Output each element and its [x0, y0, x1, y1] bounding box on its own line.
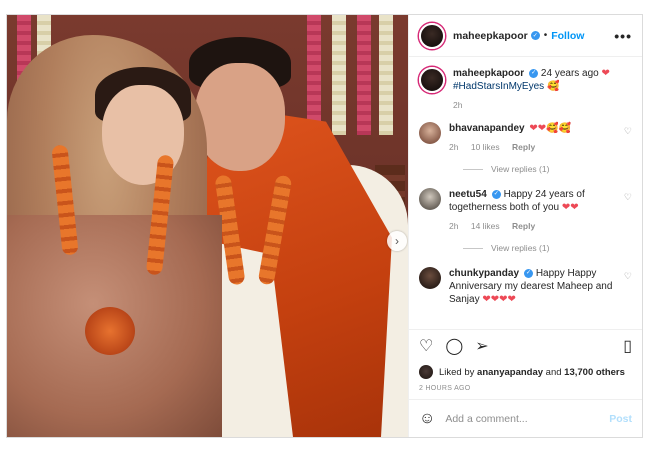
- comment-likes[interactable]: 14 likes: [471, 221, 500, 231]
- comment-age: 2h: [449, 142, 459, 152]
- comment-username[interactable]: neetu54: [449, 189, 487, 200]
- decor-garland: [379, 15, 393, 135]
- decor-garland: [332, 15, 346, 135]
- caption-age: 2h: [453, 100, 463, 110]
- like-comment-heart-icon[interactable]: ♡: [624, 126, 632, 137]
- commenter-avatar[interactable]: [419, 267, 441, 289]
- caption-hashtag[interactable]: #HadStarsInMyEyes: [453, 81, 544, 92]
- caption: maheepkapoor ✓ 24 years ago ❤ #HadStarsIn…: [419, 67, 632, 112]
- decor-garland: [357, 15, 371, 135]
- chevron-right-icon: ›: [395, 234, 399, 248]
- author-username[interactable]: maheepkapoor: [453, 30, 528, 42]
- comment-item: chunkypanday ✓ Happy Happy Anniversary my…: [419, 267, 632, 306]
- comment-body: bhavanapandey ❤❤🥰🥰 2h 10 likes Reply: [449, 122, 619, 154]
- reply-button[interactable]: Reply: [512, 221, 535, 231]
- save-bookmark-icon[interactable]: ▯: [623, 338, 632, 355]
- post-timestamp[interactable]: 2 HOURS AGO: [409, 381, 642, 399]
- like-comment-heart-icon[interactable]: ♡: [624, 271, 632, 282]
- commenter-avatar[interactable]: [419, 122, 441, 144]
- view-replies-button[interactable]: View replies (1): [463, 243, 632, 253]
- more-horizontal-icon[interactable]: •••: [614, 28, 632, 44]
- comment-emojis: ❤❤❤❤: [482, 294, 516, 305]
- divider-line: [463, 247, 483, 249]
- comment-emojis: ❤❤: [561, 202, 579, 213]
- add-comment-bar: ☺ Post: [409, 399, 642, 437]
- verified-badge-icon: ✓: [491, 189, 501, 199]
- post-side-panel: maheepkapoor ✓ • Follow ••• maheepkapoor…: [408, 15, 642, 437]
- reply-button[interactable]: Reply: [512, 142, 535, 152]
- commenter-avatar[interactable]: [419, 188, 441, 210]
- liker-avatar[interactable]: [419, 365, 433, 379]
- comment-likes[interactable]: 10 likes: [471, 142, 500, 152]
- post-actions-bar: ♡ ◯ ➢ ▯: [409, 329, 642, 363]
- caption-text: 24 years ago: [540, 68, 599, 79]
- verified-badge-icon: ✓: [529, 68, 539, 78]
- caption-avatar[interactable]: [419, 67, 445, 93]
- emoji-smile-icon[interactable]: ☺: [419, 410, 435, 428]
- comment-body: neetu54 ✓ Happy 24 years of togetherness …: [449, 188, 619, 233]
- likes-count[interactable]: 13,700 others: [564, 367, 625, 378]
- comments-list[interactable]: maheepkapoor ✓ 24 years ago ❤ #HadStarsIn…: [409, 57, 642, 329]
- likes-summary: Liked by ananyapanday and 13,700 others: [409, 363, 642, 381]
- next-photo-button[interactable]: ›: [387, 231, 407, 251]
- follow-button[interactable]: Follow: [551, 30, 584, 42]
- verified-badge-icon: ✓: [524, 268, 534, 278]
- post-card: › maheepkapoor ✓ • Follow ••• maheepkapo…: [6, 14, 643, 438]
- post-header: maheepkapoor ✓ • Follow •••: [409, 15, 642, 57]
- comment-username[interactable]: chunkypanday: [449, 268, 519, 279]
- comment-age: 2h: [449, 221, 459, 231]
- comment-emojis: ❤❤🥰🥰: [529, 123, 572, 134]
- view-replies-label: View replies (1): [491, 243, 550, 253]
- red-heart-emoji: ❤: [601, 68, 610, 79]
- decor-garland: [307, 15, 321, 135]
- verified-badge-icon: ✓: [530, 31, 540, 40]
- like-comment-heart-icon[interactable]: ♡: [624, 192, 632, 203]
- post-photo[interactable]: ›: [7, 15, 408, 437]
- comment-item: neetu54 ✓ Happy 24 years of togetherness …: [419, 188, 632, 233]
- caption-body: maheepkapoor ✓ 24 years ago ❤ #HadStarsIn…: [453, 67, 623, 112]
- comment-input[interactable]: [445, 412, 610, 425]
- comment-bubble-icon[interactable]: ◯: [445, 338, 463, 355]
- view-replies-label: View replies (1): [491, 164, 550, 174]
- caption-meta: 2h: [453, 99, 623, 112]
- comment-body: chunkypanday ✓ Happy Happy Anniversary my…: [449, 267, 619, 306]
- comment-meta: 2h 14 likes Reply: [449, 220, 619, 233]
- liker-username[interactable]: ananyapanday: [477, 367, 543, 378]
- comment-meta: 2h 10 likes Reply: [449, 141, 619, 154]
- smiling-face-emoji: 🥰: [546, 81, 560, 92]
- caption-username[interactable]: maheepkapoor: [453, 68, 524, 79]
- view-replies-button[interactable]: View replies (1): [463, 164, 632, 174]
- comment-item: bhavanapandey ❤❤🥰🥰 2h 10 likes Reply ♡: [419, 122, 632, 154]
- groom-face: [195, 63, 285, 171]
- bouquet: [85, 307, 135, 355]
- post-comment-button[interactable]: Post: [609, 413, 632, 425]
- like-heart-icon[interactable]: ♡: [419, 338, 433, 355]
- author-avatar[interactable]: [419, 22, 445, 49]
- likes-conj: and: [545, 366, 562, 378]
- share-send-icon[interactable]: ➢: [475, 338, 488, 355]
- comment-username[interactable]: bhavanapandey: [449, 123, 525, 134]
- divider-line: [463, 168, 483, 170]
- likes-prefix: Liked by: [439, 366, 475, 378]
- separator-dot: •: [543, 30, 548, 41]
